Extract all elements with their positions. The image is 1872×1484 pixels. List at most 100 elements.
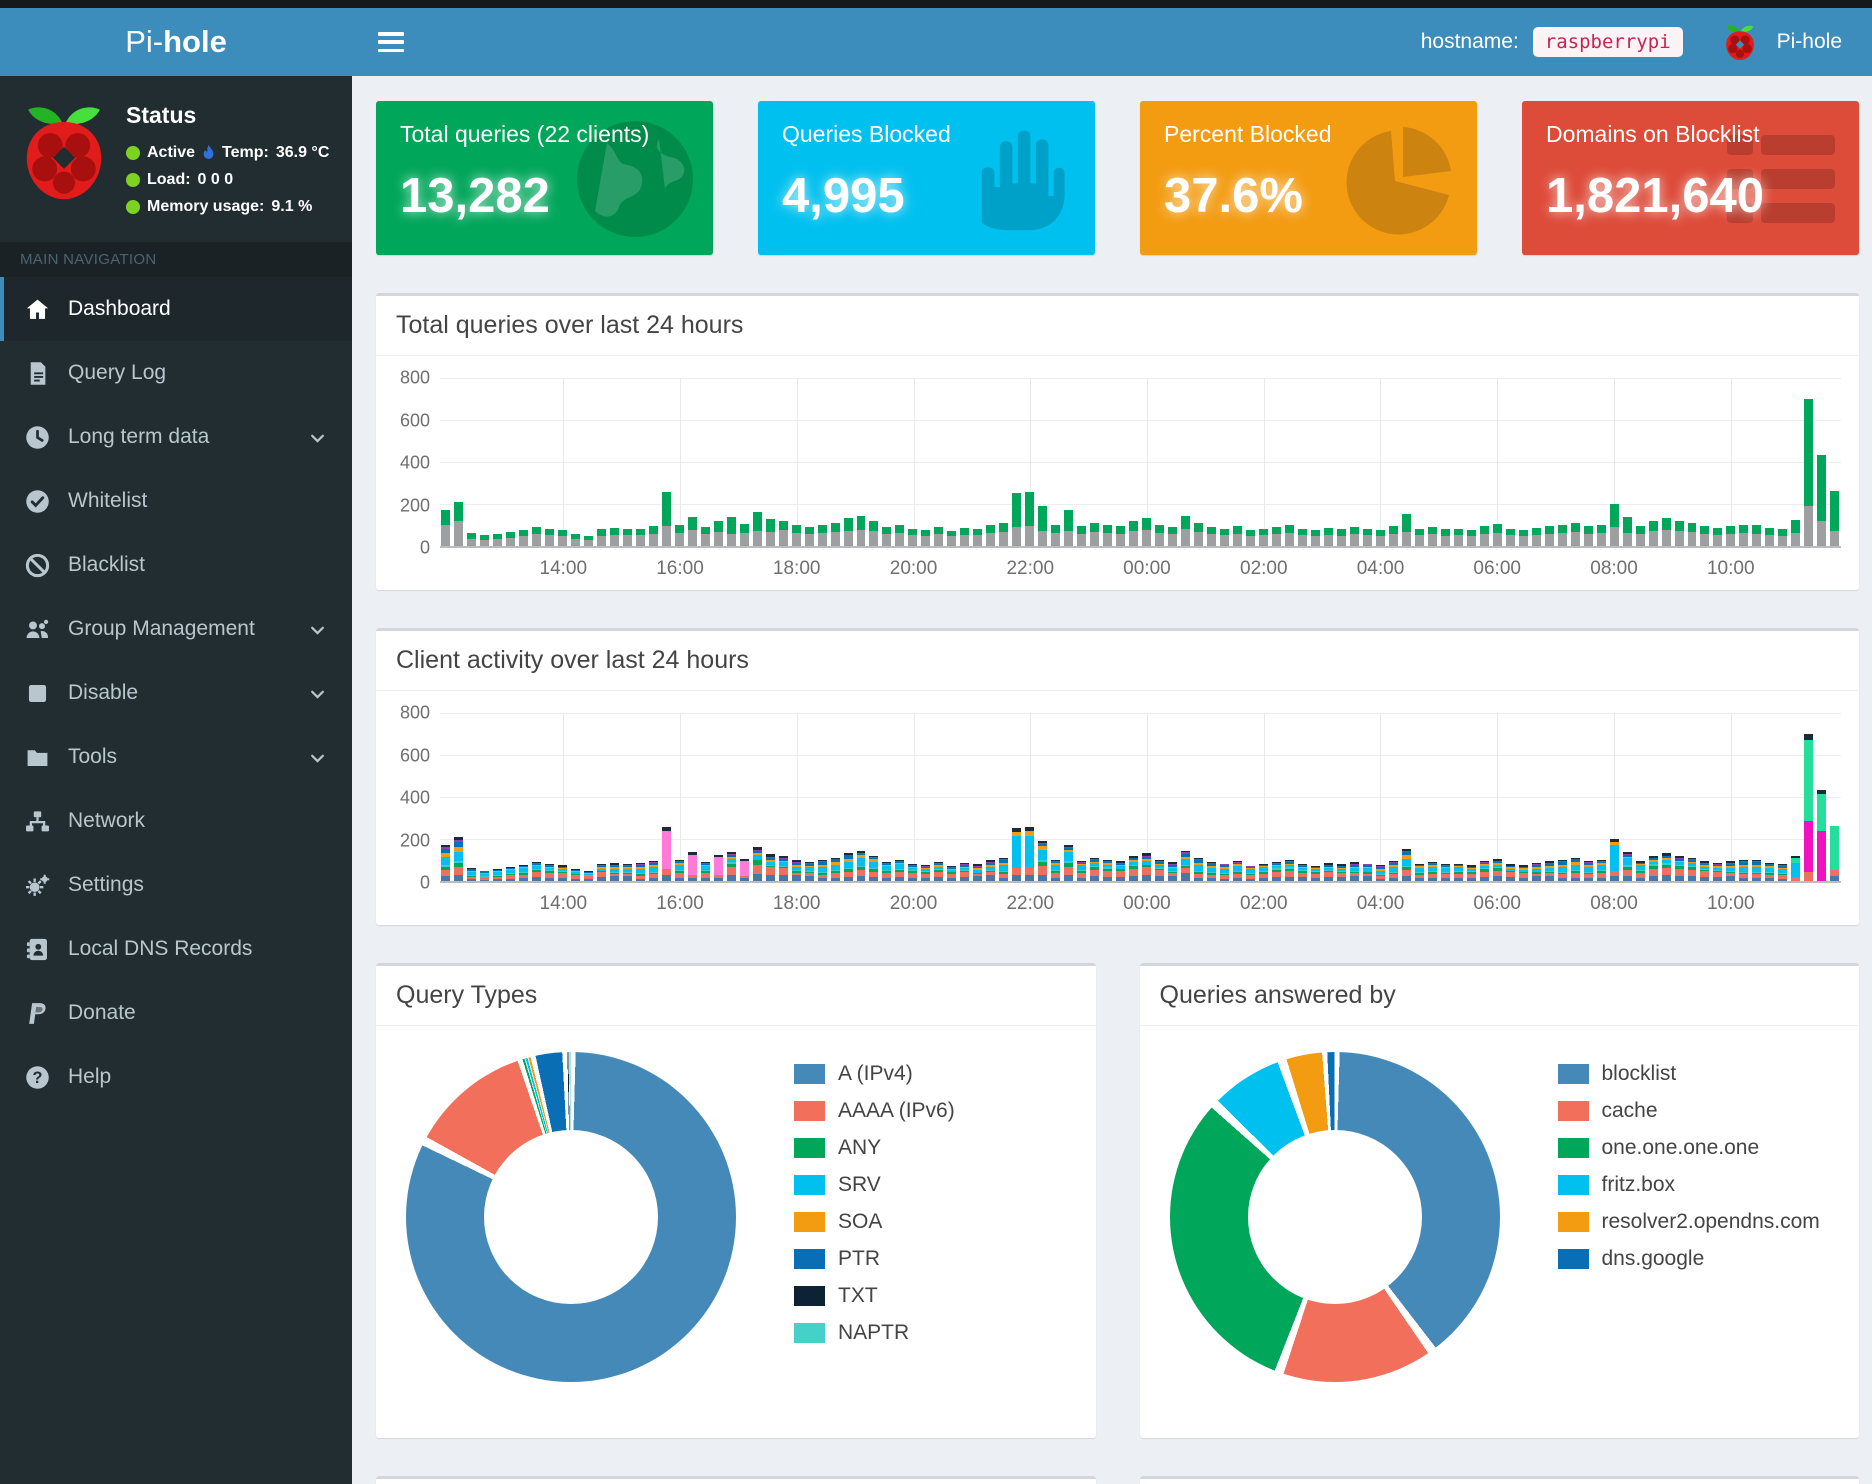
bar[interactable] — [986, 860, 995, 881]
bar[interactable] — [454, 837, 463, 881]
bar[interactable] — [818, 525, 827, 546]
bar[interactable] — [908, 864, 917, 881]
bar[interactable] — [1428, 527, 1437, 546]
bar[interactable] — [649, 526, 658, 546]
bar[interactable] — [766, 519, 775, 546]
bar[interactable] — [1830, 826, 1839, 881]
bar[interactable] — [1506, 529, 1515, 546]
legend-item-aaaa-ipv6-[interactable]: AAAA (IPv6) — [794, 1099, 955, 1123]
bar[interactable] — [558, 530, 567, 546]
total-queries-bar-chart[interactable]: 800600400200014:0016:0018:0020:0022:0000… — [376, 356, 1859, 590]
sidebar-item-disable[interactable]: Disable — [0, 661, 352, 725]
bar[interactable] — [1532, 863, 1541, 881]
legend-item-cache[interactable]: cache — [1558, 1099, 1820, 1123]
bar[interactable] — [1675, 856, 1684, 881]
bar[interactable] — [740, 524, 749, 546]
bar[interactable] — [779, 856, 788, 881]
legend-item-srv[interactable]: SRV — [794, 1173, 955, 1197]
bar[interactable] — [1363, 864, 1372, 881]
bar[interactable] — [1636, 861, 1645, 881]
bar[interactable] — [1623, 517, 1632, 546]
legend-item-fritz-box[interactable]: fritz.box — [1558, 1173, 1820, 1197]
chart-plot-area[interactable] — [440, 378, 1841, 548]
card-domains-on-blocklist[interactable]: Domains on Blocklist 1,821,640 — [1522, 101, 1859, 255]
bar[interactable] — [1259, 529, 1268, 546]
bar[interactable] — [1700, 526, 1709, 546]
bar[interactable] — [610, 528, 619, 546]
legend-item-any[interactable]: ANY — [794, 1136, 955, 1160]
bar[interactable] — [1142, 853, 1151, 881]
bar[interactable] — [1025, 492, 1034, 546]
bar[interactable] — [1506, 864, 1515, 881]
bar[interactable] — [882, 527, 891, 546]
bar[interactable] — [441, 510, 450, 546]
card-percent-blocked[interactable]: Percent Blocked 37.6% — [1140, 101, 1477, 255]
bar[interactable] — [1402, 514, 1411, 546]
bar[interactable] — [857, 516, 866, 546]
bar[interactable] — [1259, 864, 1268, 881]
bar[interactable] — [766, 854, 775, 881]
legend-item-a-ipv4-[interactable]: A (IPv4) — [794, 1062, 955, 1086]
card-total-queries[interactable]: Total queries (22 clients) 13,282 — [376, 101, 713, 255]
bar[interactable] — [467, 533, 476, 546]
bar[interactable] — [1051, 860, 1060, 881]
bar[interactable] — [1155, 860, 1164, 881]
sidebar-item-dashboard[interactable]: Dashboard — [0, 277, 352, 341]
bar[interactable] — [1584, 861, 1593, 881]
bar[interactable] — [1778, 529, 1787, 546]
bar[interactable] — [1077, 861, 1086, 881]
bar[interactable] — [973, 864, 982, 881]
bar[interactable] — [934, 862, 943, 881]
bar[interactable] — [1038, 841, 1047, 881]
bar[interactable] — [1597, 860, 1606, 881]
bar[interactable] — [1103, 525, 1112, 546]
bar[interactable] — [1467, 865, 1476, 881]
bar[interactable] — [844, 518, 853, 546]
bar[interactable] — [818, 860, 827, 881]
bar[interactable] — [1090, 858, 1099, 881]
bar[interactable] — [506, 532, 515, 546]
bar[interactable] — [779, 521, 788, 546]
bar[interactable] — [493, 869, 502, 881]
bar[interactable] — [1181, 516, 1190, 546]
bar[interactable] — [1402, 849, 1411, 881]
bar[interactable] — [610, 863, 619, 881]
bar[interactable] — [1181, 851, 1190, 881]
bar[interactable] — [1584, 526, 1593, 546]
bar[interactable] — [1649, 521, 1658, 546]
bar[interactable] — [1610, 504, 1619, 546]
bar[interactable] — [1726, 861, 1735, 881]
bar[interactable] — [1739, 525, 1748, 546]
bar[interactable] — [921, 530, 930, 546]
legend-item-one-one-one-one[interactable]: one.one.one.one — [1558, 1136, 1820, 1160]
bar[interactable] — [519, 865, 528, 881]
bar[interactable] — [1571, 858, 1580, 881]
chart-plot-area[interactable] — [440, 713, 1841, 883]
bar[interactable] — [1467, 530, 1476, 546]
legend-item-soa[interactable]: SOA — [794, 1210, 955, 1234]
bar[interactable] — [623, 529, 632, 546]
bar[interactable] — [597, 864, 606, 881]
bar[interactable] — [441, 845, 450, 881]
bar[interactable] — [1389, 526, 1398, 546]
bar[interactable] — [1441, 864, 1450, 881]
bar[interactable] — [1012, 828, 1021, 881]
bar[interactable] — [1194, 858, 1203, 881]
bar[interactable] — [701, 862, 710, 881]
bar[interactable] — [1428, 862, 1437, 881]
bar[interactable] — [584, 536, 593, 546]
bar[interactable] — [753, 512, 762, 546]
bar[interactable] — [480, 871, 489, 881]
bar[interactable] — [1350, 527, 1359, 546]
bar[interactable] — [1324, 863, 1333, 881]
bar[interactable] — [1246, 866, 1255, 881]
bar[interactable] — [1752, 525, 1761, 546]
bar[interactable] — [545, 529, 554, 546]
bar[interactable] — [545, 864, 554, 881]
bar[interactable] — [1168, 862, 1177, 881]
bar[interactable] — [1662, 518, 1671, 546]
bar[interactable] — [1597, 525, 1606, 546]
query-types-donut-chart[interactable] — [406, 1052, 736, 1382]
bar[interactable] — [895, 860, 904, 881]
bar[interactable] — [480, 535, 489, 546]
